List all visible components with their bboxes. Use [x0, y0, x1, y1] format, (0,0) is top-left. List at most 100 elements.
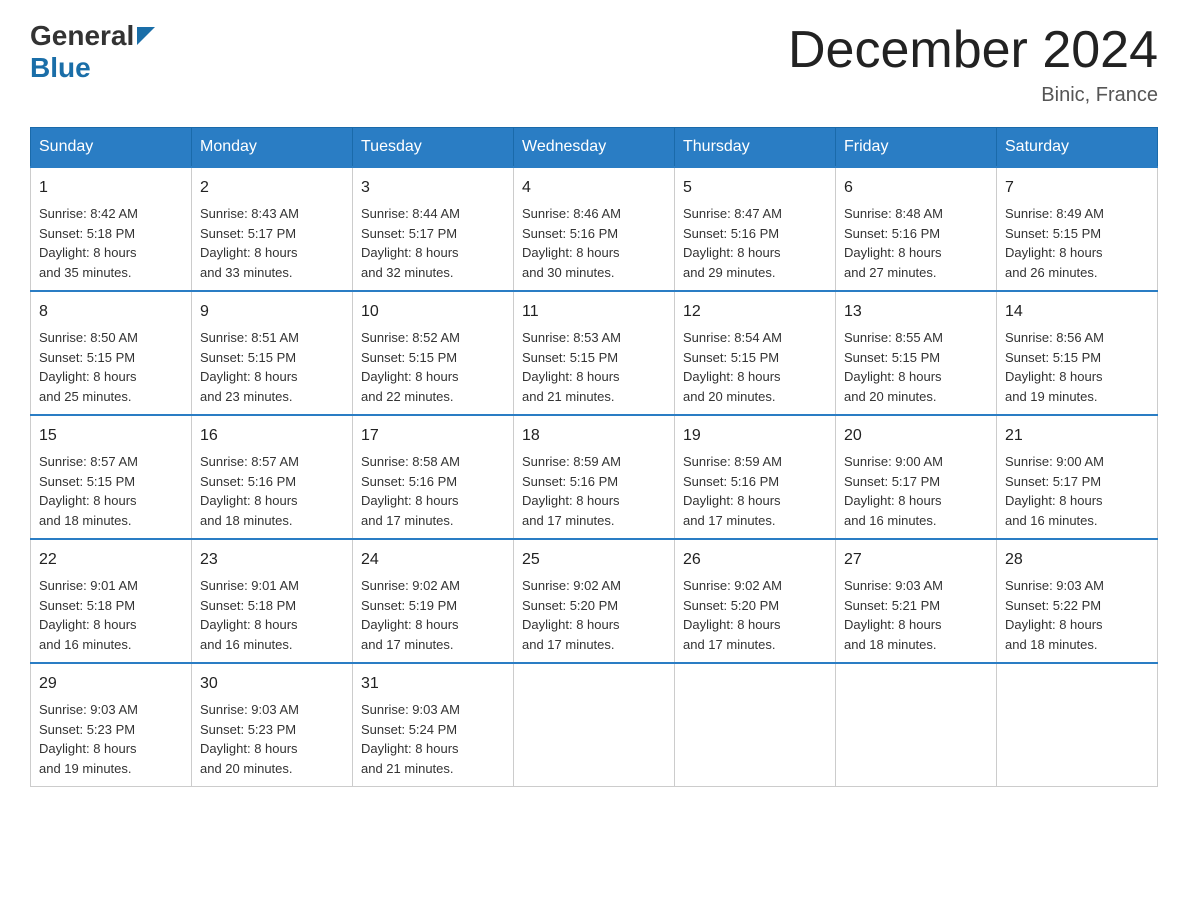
calendar-cell [836, 663, 997, 787]
day-number: 21 [1005, 424, 1149, 448]
logo-general-text: General [30, 20, 134, 52]
calendar-cell: 22 Sunrise: 9:01 AM Sunset: 5:18 PM Dayl… [31, 539, 192, 663]
day-number: 3 [361, 176, 505, 200]
header-row: Sunday Monday Tuesday Wednesday Thursday… [31, 128, 1158, 168]
day-info: Sunrise: 8:43 AM Sunset: 5:17 PM Dayligh… [200, 204, 344, 282]
day-info: Sunrise: 8:42 AM Sunset: 5:18 PM Dayligh… [39, 204, 183, 282]
calendar-cell: 9 Sunrise: 8:51 AM Sunset: 5:15 PM Dayli… [192, 291, 353, 415]
calendar-cell: 23 Sunrise: 9:01 AM Sunset: 5:18 PM Dayl… [192, 539, 353, 663]
calendar-cell: 26 Sunrise: 9:02 AM Sunset: 5:20 PM Dayl… [675, 539, 836, 663]
day-number: 28 [1005, 548, 1149, 572]
calendar-cell: 4 Sunrise: 8:46 AM Sunset: 5:16 PM Dayli… [514, 167, 675, 291]
calendar-cell: 17 Sunrise: 8:58 AM Sunset: 5:16 PM Dayl… [353, 415, 514, 539]
header-wednesday: Wednesday [514, 128, 675, 168]
calendar-cell: 10 Sunrise: 8:52 AM Sunset: 5:15 PM Dayl… [353, 291, 514, 415]
day-info: Sunrise: 8:46 AM Sunset: 5:16 PM Dayligh… [522, 204, 666, 282]
day-number: 23 [200, 548, 344, 572]
week-row-3: 15 Sunrise: 8:57 AM Sunset: 5:15 PM Dayl… [31, 415, 1158, 539]
calendar-cell: 14 Sunrise: 8:56 AM Sunset: 5:15 PM Dayl… [997, 291, 1158, 415]
week-row-2: 8 Sunrise: 8:50 AM Sunset: 5:15 PM Dayli… [31, 291, 1158, 415]
day-number: 9 [200, 300, 344, 324]
header-monday: Monday [192, 128, 353, 168]
day-number: 8 [39, 300, 183, 324]
month-year-title: December 2024 [788, 20, 1158, 80]
day-number: 5 [683, 176, 827, 200]
day-info: Sunrise: 8:54 AM Sunset: 5:15 PM Dayligh… [683, 328, 827, 406]
calendar-cell [675, 663, 836, 787]
calendar-cell: 6 Sunrise: 8:48 AM Sunset: 5:16 PM Dayli… [836, 167, 997, 291]
calendar-cell [997, 663, 1158, 787]
day-number: 17 [361, 424, 505, 448]
calendar-cell: 8 Sunrise: 8:50 AM Sunset: 5:15 PM Dayli… [31, 291, 192, 415]
day-number: 10 [361, 300, 505, 324]
day-info: Sunrise: 8:53 AM Sunset: 5:15 PM Dayligh… [522, 328, 666, 406]
calendar-cell: 5 Sunrise: 8:47 AM Sunset: 5:16 PM Dayli… [675, 167, 836, 291]
calendar-cell: 7 Sunrise: 8:49 AM Sunset: 5:15 PM Dayli… [997, 167, 1158, 291]
day-info: Sunrise: 8:49 AM Sunset: 5:15 PM Dayligh… [1005, 204, 1149, 282]
day-number: 6 [844, 176, 988, 200]
calendar-table: Sunday Monday Tuesday Wednesday Thursday… [30, 127, 1158, 787]
day-number: 2 [200, 176, 344, 200]
day-number: 11 [522, 300, 666, 324]
calendar-cell: 11 Sunrise: 8:53 AM Sunset: 5:15 PM Dayl… [514, 291, 675, 415]
day-number: 29 [39, 672, 183, 696]
calendar-cell: 29 Sunrise: 9:03 AM Sunset: 5:23 PM Dayl… [31, 663, 192, 787]
day-info: Sunrise: 9:00 AM Sunset: 5:17 PM Dayligh… [844, 452, 988, 530]
day-info: Sunrise: 9:03 AM Sunset: 5:23 PM Dayligh… [39, 700, 183, 778]
location-text: Binic, France [788, 84, 1158, 107]
day-number: 27 [844, 548, 988, 572]
day-info: Sunrise: 8:55 AM Sunset: 5:15 PM Dayligh… [844, 328, 988, 406]
day-info: Sunrise: 8:59 AM Sunset: 5:16 PM Dayligh… [522, 452, 666, 530]
calendar-cell [514, 663, 675, 787]
day-number: 24 [361, 548, 505, 572]
header-tuesday: Tuesday [353, 128, 514, 168]
day-info: Sunrise: 9:02 AM Sunset: 5:20 PM Dayligh… [683, 576, 827, 654]
day-info: Sunrise: 8:56 AM Sunset: 5:15 PM Dayligh… [1005, 328, 1149, 406]
calendar-cell: 12 Sunrise: 8:54 AM Sunset: 5:15 PM Dayl… [675, 291, 836, 415]
calendar-cell: 28 Sunrise: 9:03 AM Sunset: 5:22 PM Dayl… [997, 539, 1158, 663]
day-info: Sunrise: 9:03 AM Sunset: 5:23 PM Dayligh… [200, 700, 344, 778]
calendar-cell: 25 Sunrise: 9:02 AM Sunset: 5:20 PM Dayl… [514, 539, 675, 663]
day-info: Sunrise: 8:47 AM Sunset: 5:16 PM Dayligh… [683, 204, 827, 282]
day-info: Sunrise: 9:01 AM Sunset: 5:18 PM Dayligh… [39, 576, 183, 654]
day-number: 15 [39, 424, 183, 448]
day-info: Sunrise: 9:02 AM Sunset: 5:19 PM Dayligh… [361, 576, 505, 654]
logo-blue-text: Blue [30, 52, 91, 83]
calendar-cell: 15 Sunrise: 8:57 AM Sunset: 5:15 PM Dayl… [31, 415, 192, 539]
day-number: 20 [844, 424, 988, 448]
day-info: Sunrise: 8:52 AM Sunset: 5:15 PM Dayligh… [361, 328, 505, 406]
day-info: Sunrise: 9:03 AM Sunset: 5:22 PM Dayligh… [1005, 576, 1149, 654]
calendar-cell: 2 Sunrise: 8:43 AM Sunset: 5:17 PM Dayli… [192, 167, 353, 291]
day-number: 16 [200, 424, 344, 448]
day-info: Sunrise: 8:57 AM Sunset: 5:15 PM Dayligh… [39, 452, 183, 530]
day-number: 1 [39, 176, 183, 200]
logo: General Blue [30, 20, 155, 84]
day-number: 18 [522, 424, 666, 448]
day-info: Sunrise: 8:58 AM Sunset: 5:16 PM Dayligh… [361, 452, 505, 530]
calendar-cell: 1 Sunrise: 8:42 AM Sunset: 5:18 PM Dayli… [31, 167, 192, 291]
header-thursday: Thursday [675, 128, 836, 168]
calendar-cell: 27 Sunrise: 9:03 AM Sunset: 5:21 PM Dayl… [836, 539, 997, 663]
day-number: 26 [683, 548, 827, 572]
week-row-4: 22 Sunrise: 9:01 AM Sunset: 5:18 PM Dayl… [31, 539, 1158, 663]
calendar-cell: 21 Sunrise: 9:00 AM Sunset: 5:17 PM Dayl… [997, 415, 1158, 539]
day-info: Sunrise: 9:03 AM Sunset: 5:24 PM Dayligh… [361, 700, 505, 778]
day-info: Sunrise: 8:59 AM Sunset: 5:16 PM Dayligh… [683, 452, 827, 530]
day-number: 4 [522, 176, 666, 200]
day-number: 14 [1005, 300, 1149, 324]
day-info: Sunrise: 9:03 AM Sunset: 5:21 PM Dayligh… [844, 576, 988, 654]
day-info: Sunrise: 8:48 AM Sunset: 5:16 PM Dayligh… [844, 204, 988, 282]
day-info: Sunrise: 8:51 AM Sunset: 5:15 PM Dayligh… [200, 328, 344, 406]
calendar-cell: 24 Sunrise: 9:02 AM Sunset: 5:19 PM Dayl… [353, 539, 514, 663]
calendar-cell: 19 Sunrise: 8:59 AM Sunset: 5:16 PM Dayl… [675, 415, 836, 539]
day-number: 31 [361, 672, 505, 696]
calendar-cell: 13 Sunrise: 8:55 AM Sunset: 5:15 PM Dayl… [836, 291, 997, 415]
week-row-1: 1 Sunrise: 8:42 AM Sunset: 5:18 PM Dayli… [31, 167, 1158, 291]
day-info: Sunrise: 8:50 AM Sunset: 5:15 PM Dayligh… [39, 328, 183, 406]
calendar-cell: 31 Sunrise: 9:03 AM Sunset: 5:24 PM Dayl… [353, 663, 514, 787]
week-row-5: 29 Sunrise: 9:03 AM Sunset: 5:23 PM Dayl… [31, 663, 1158, 787]
day-number: 30 [200, 672, 344, 696]
header-sunday: Sunday [31, 128, 192, 168]
day-number: 19 [683, 424, 827, 448]
calendar-cell: 30 Sunrise: 9:03 AM Sunset: 5:23 PM Dayl… [192, 663, 353, 787]
